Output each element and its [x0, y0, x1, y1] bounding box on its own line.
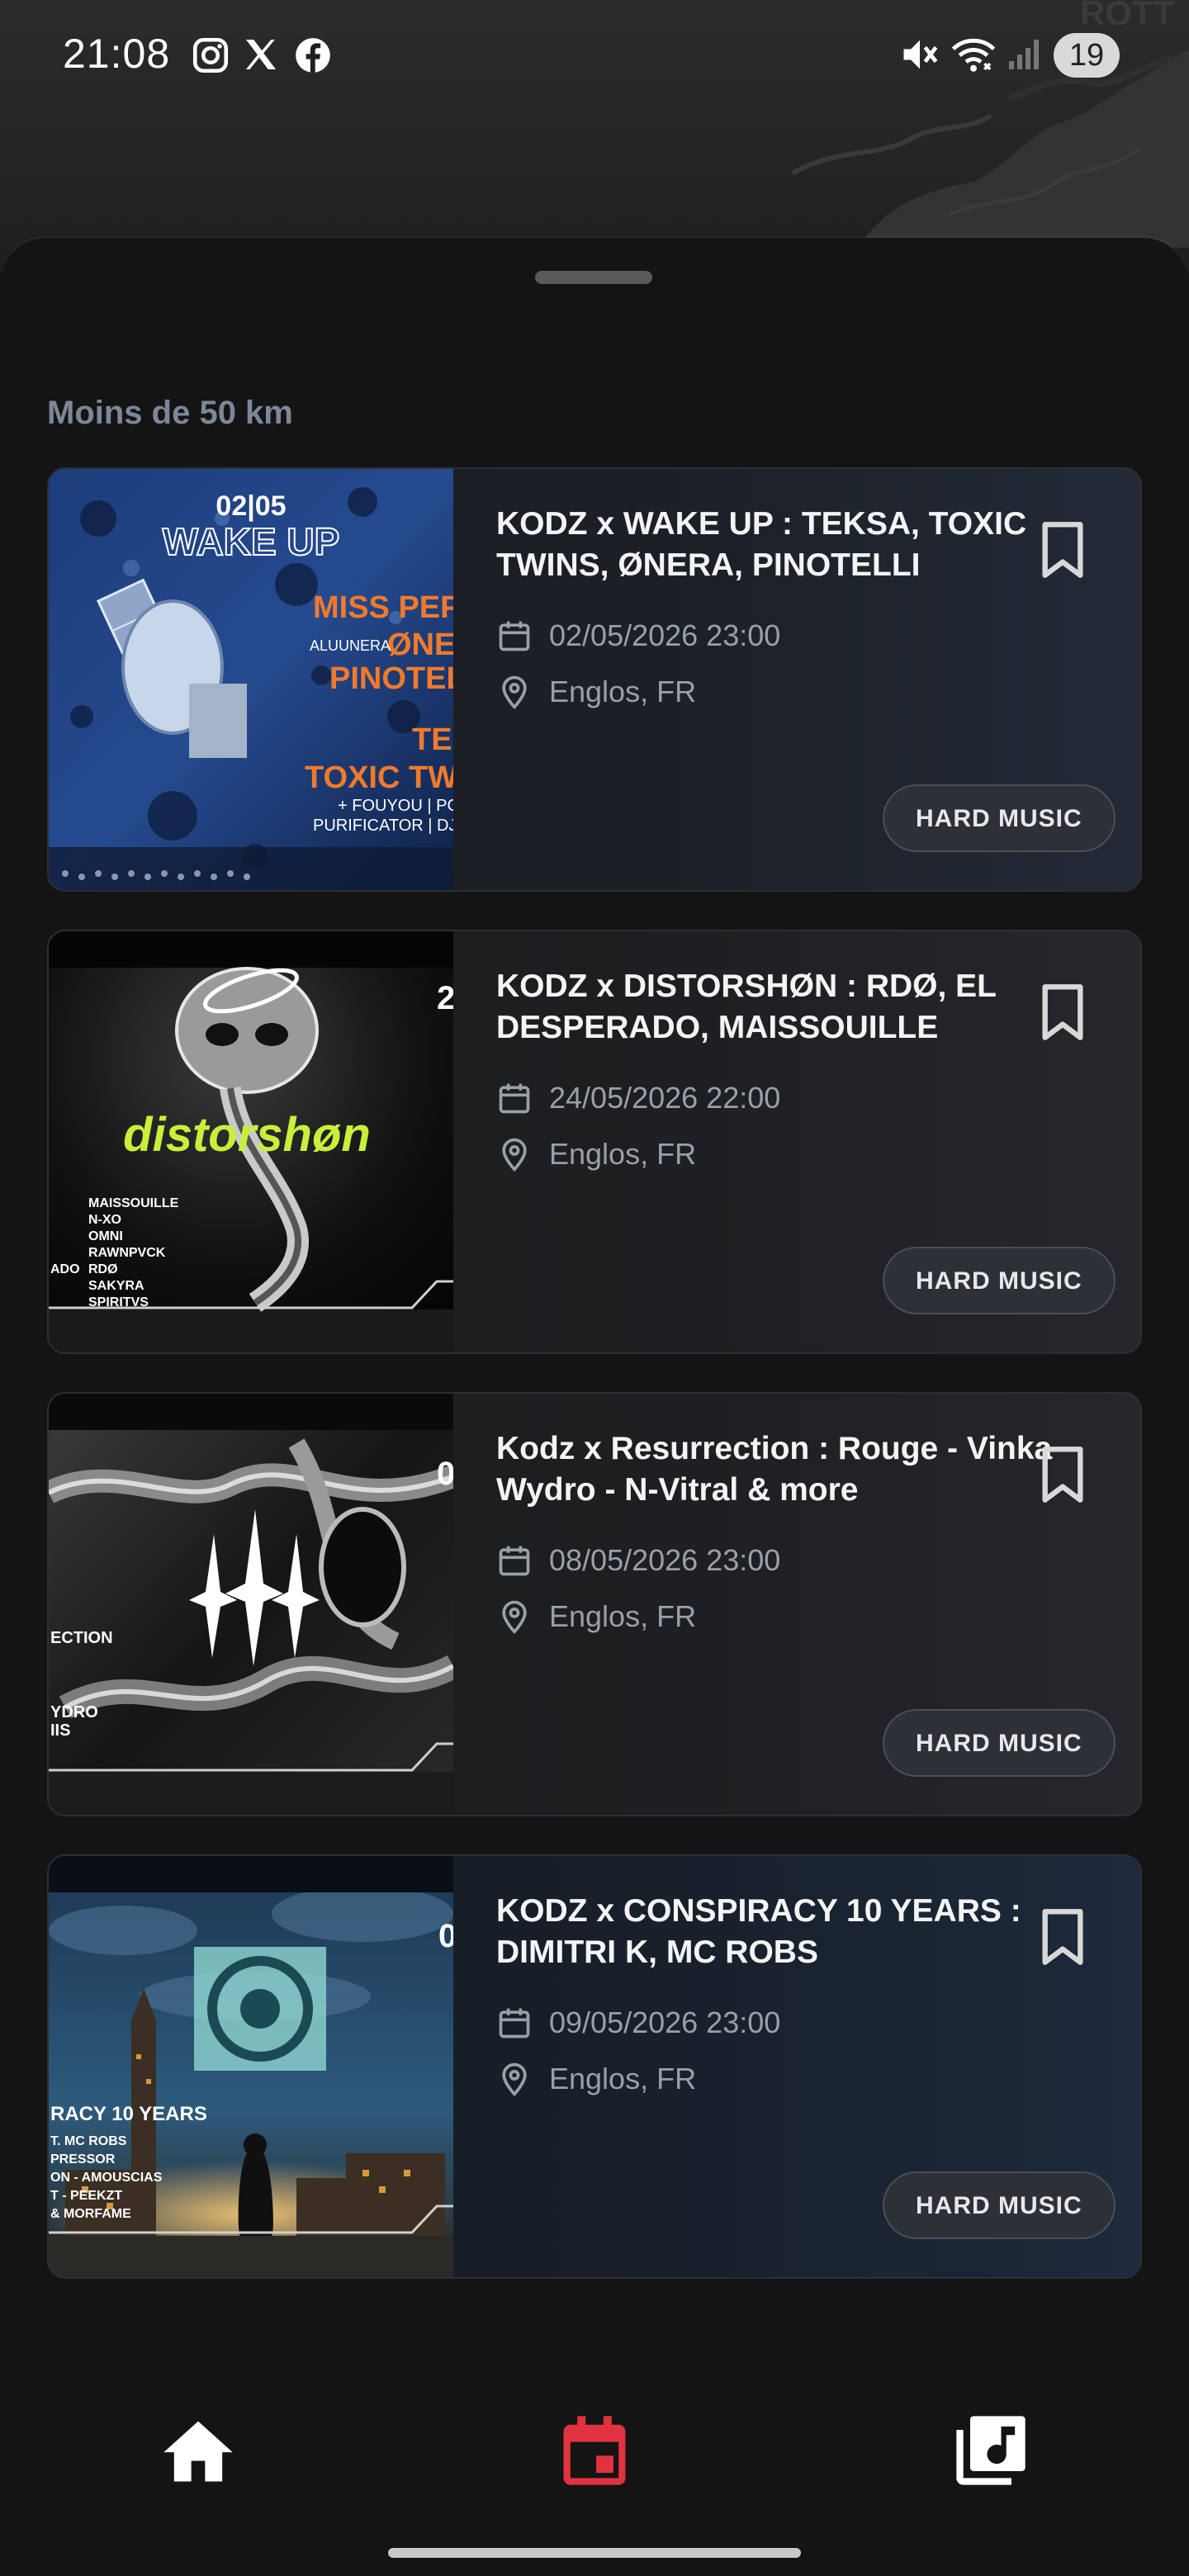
poster-line: N-XO: [88, 1213, 121, 1227]
event-card[interactable]: 09 RACY 10 YEARS T. MC ROBS PRESSOR ON -…: [47, 1854, 1142, 2279]
event-location-row: Englos, FR: [496, 2061, 696, 2097]
poster-line: TEK: [412, 722, 453, 757]
music-library-icon[interactable]: [950, 2409, 1032, 2492]
battery-indicator: 19: [1054, 33, 1120, 78]
poster-line: SAKYRA: [88, 1279, 144, 1293]
poster-line: OMNI: [88, 1229, 123, 1243]
location-pin-icon: [502, 1600, 527, 1635]
poster-line: & MORFAME: [50, 2207, 131, 2221]
poster-brand: WAKE UP: [163, 520, 340, 563]
location-pin-icon: [502, 675, 527, 710]
event-date: 08/05/2026 23:00: [549, 1543, 781, 1577]
poster-line: T - PEEKZT: [50, 2189, 122, 2203]
poster-line: MISS PEPP: [313, 590, 453, 625]
section-title: Moins de 50 km: [47, 395, 293, 431]
poster-date: 02|05: [216, 490, 286, 522]
poster-line: T. MC ROBS: [50, 2134, 127, 2148]
poster-small-label: ALUUNERA: [310, 637, 391, 654]
event-date: 09/05/2026 23:00: [549, 2005, 781, 2039]
event-location: Englos, FR: [549, 675, 697, 708]
mute-icon: [903, 40, 938, 69]
bookmark-icon[interactable]: [1036, 1907, 1089, 1967]
instagram-icon: [192, 37, 229, 73]
calendar-icon: [499, 2008, 530, 2039]
drag-handle[interactable]: [535, 271, 652, 284]
genre-tag[interactable]: HARD MUSIC: [883, 2171, 1116, 2239]
event-date-row: 02/05/2026 23:00: [496, 618, 780, 654]
poster-brand: distorshøn: [123, 1108, 371, 1162]
poster-line: IIS: [50, 1721, 70, 1740]
event-poster: 09 RACY 10 YEARS T. MC ROBS PRESSOR ON -…: [49, 1856, 453, 2277]
genre-tag[interactable]: HARD MUSIC: [883, 1709, 1116, 1777]
poster-line: RAWNPVCK: [88, 1246, 166, 1260]
event-card[interactable]: 02|05 WAKE UP MISS PEPP ØNE ALUUNERA PIN…: [47, 467, 1142, 892]
event-card[interactable]: 08 ECTION YDRO IIS Kodz x Resurrection :…: [47, 1392, 1142, 1816]
poster-line: ØNE: [387, 627, 453, 662]
event-location: Englos, FR: [549, 1599, 697, 1633]
calendar-icon: [499, 621, 530, 651]
poster-date: 24: [437, 980, 453, 1016]
event-poster: 02|05 WAKE UP MISS PEPP ØNE ALUUNERA PIN…: [49, 469, 453, 890]
poster-line: PINOTEL: [329, 661, 453, 696]
wifi-icon: [951, 38, 996, 72]
event-title: KODZ x DISTORSHØN : RDØ, EL DESPERADO, M…: [496, 968, 997, 1045]
poster-line: PRESSOR: [50, 2152, 116, 2166]
bookmark-icon[interactable]: [1036, 983, 1089, 1042]
status-bar: 21:08 19: [0, 0, 1189, 111]
bookmark-icon[interactable]: [1036, 520, 1089, 580]
calendar-icon[interactable]: [553, 2409, 636, 2492]
status-time: 21:08: [63, 31, 171, 77]
poster-line: RDØ: [88, 1262, 118, 1276]
event-location: Englos, FR: [549, 2062, 697, 2095]
calendar-icon: [499, 1546, 530, 1576]
event-poster: distorshøn 24 MAISSOUILLE N-XO OMNI RAWN…: [49, 931, 453, 1352]
poster-footer: PURIFICATOR | DJ CON: [313, 817, 453, 835]
signal-icon: [1009, 40, 1039, 69]
poster-line: TOXIC TWI: [305, 760, 453, 795]
event-location-row: Englos, FR: [496, 1598, 696, 1635]
poster-line: ECTION: [50, 1629, 113, 1647]
home-indicator[interactable]: [388, 2548, 801, 2558]
calendar-icon: [499, 1083, 530, 1114]
poster-line: MAISSOUILLE: [88, 1196, 179, 1210]
poster-heading: RACY 10 YEARS: [50, 2103, 207, 2125]
event-card[interactable]: distorshøn 24 MAISSOUILLE N-XO OMNI RAWN…: [47, 930, 1142, 1354]
poster-side-label: ADO: [50, 1262, 80, 1276]
event-location: Englos, FR: [549, 1137, 697, 1171]
event-date: 24/05/2026 22:00: [549, 1081, 781, 1115]
event-title: Kodz x Resurrection : Rouge - Vinka Wydr…: [496, 1431, 1053, 1508]
location-pin-icon: [502, 1138, 527, 1172]
poster-date: 09: [438, 1918, 453, 1954]
event-title: KODZ x CONSPIRACY 10 YEARS : DIMITRI K, …: [496, 1893, 1021, 1970]
event-title: KODZ x WAKE UP : TEKSA, TOXIC TWINS, ØNE…: [496, 506, 1027, 583]
poster-line: YDRO: [50, 1703, 98, 1721]
genre-tag[interactable]: HARD MUSIC: [883, 784, 1116, 852]
event-date-row: 08/05/2026 23:00: [496, 1542, 780, 1579]
poster-date: 08: [437, 1456, 453, 1492]
location-pin-icon: [502, 2062, 527, 2097]
poster-footer: + FOUYOU | POUP: [338, 797, 453, 815]
genre-tag[interactable]: HARD MUSIC: [883, 1247, 1116, 1314]
facebook-icon: [296, 38, 330, 73]
event-date-row: 09/05/2026 23:00: [496, 2005, 780, 2041]
home-icon[interactable]: [157, 2409, 239, 2492]
event-date-row: 24/05/2026 22:00: [496, 1080, 780, 1116]
event-location-row: Englos, FR: [496, 1136, 696, 1172]
poster-line: ON - AMOUSCIAS: [50, 2171, 163, 2185]
x-icon: [246, 40, 276, 69]
event-date: 02/05/2026 23:00: [549, 618, 781, 652]
bookmark-icon[interactable]: [1036, 1445, 1089, 1504]
event-poster: 08 ECTION YDRO IIS: [49, 1394, 453, 1815]
event-location-row: Englos, FR: [496, 674, 696, 710]
